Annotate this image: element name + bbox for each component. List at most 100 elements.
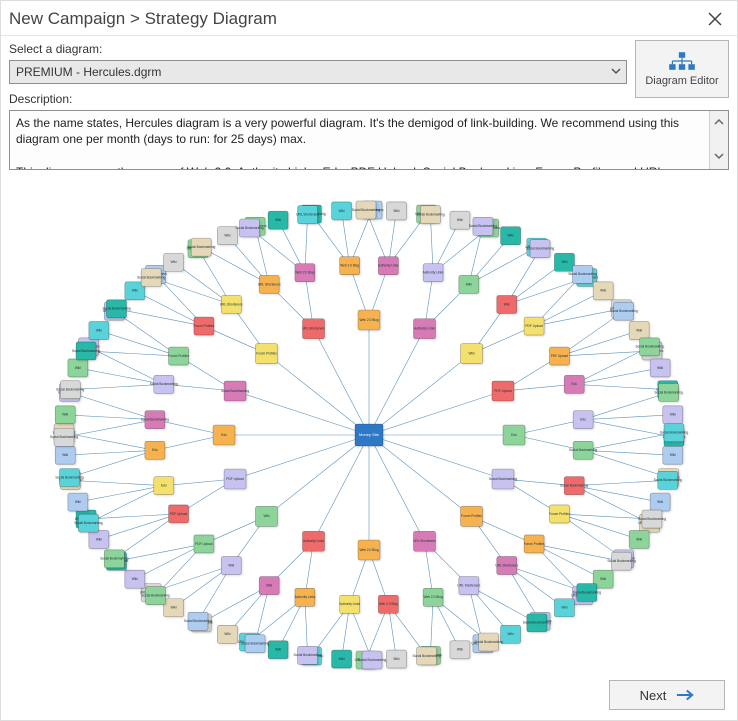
- diagram-node: Forum Profiles: [194, 317, 215, 335]
- diagram-node: Wiki: [663, 406, 683, 424]
- diagram-node: Social Bookmarking: [358, 651, 386, 669]
- diagram-node: Wiki: [650, 359, 670, 377]
- svg-text:Social Bookmarking: Social Bookmarking: [489, 477, 517, 481]
- svg-text:Social Bookmarking: Social Bookmarking: [294, 653, 322, 657]
- diagram-node: PDF Upload: [492, 381, 514, 401]
- diagram-node: Edu: [154, 477, 174, 495]
- diagram-node: Social Bookmarking: [469, 217, 497, 235]
- svg-text:Web 2.0 Blog: Web 2.0 Blog: [295, 271, 314, 275]
- svg-text:Forum Profiles: Forum Profiles: [168, 354, 189, 358]
- diagram-node: Wiki: [55, 446, 75, 464]
- diagram-node: Social Bookmarking: [474, 633, 502, 651]
- svg-text:Wiki: Wiki: [600, 289, 606, 293]
- diagram-node: Social Bookmarking: [55, 468, 83, 486]
- diagram-editor-button[interactable]: Diagram Editor: [635, 40, 729, 98]
- svg-text:Wiki: Wiki: [132, 577, 138, 581]
- diagram-node: URL Shorteners: [413, 531, 436, 551]
- diagram-node: Social Bookmarking: [569, 441, 597, 459]
- svg-text:Wiki: Wiki: [670, 453, 676, 457]
- svg-text:Edu: Edu: [511, 433, 517, 437]
- diagram-node: Social Bookmarking: [141, 587, 169, 605]
- svg-text:Social Bookmarking: Social Bookmarking: [569, 448, 597, 452]
- diagram-node: Social Bookmarking: [416, 206, 444, 224]
- svg-text:Edu: Edu: [221, 433, 227, 437]
- svg-text:Edu: Edu: [161, 484, 167, 488]
- svg-text:Edu: Edu: [152, 448, 158, 452]
- svg-text:URL Shorteners: URL Shorteners: [302, 327, 325, 331]
- svg-text:Wiki: Wiki: [657, 366, 663, 370]
- svg-text:Social Bookmarking: Social Bookmarking: [72, 349, 100, 353]
- diagram-node: Authority Links: [303, 531, 325, 551]
- close-button[interactable]: [705, 9, 725, 29]
- svg-text:Social Bookmarking: Social Bookmarking: [636, 345, 664, 349]
- svg-text:Social Bookmarking: Social Bookmarking: [654, 390, 682, 394]
- svg-text:PDF Upload: PDF Upload: [494, 389, 512, 393]
- diagram-node: URL Shorteners: [258, 275, 281, 293]
- svg-text:Wiki: Wiki: [469, 352, 475, 356]
- svg-text:Social Bookmarking: Social Bookmarking: [141, 418, 169, 422]
- diagram-node: Wiki: [55, 406, 75, 424]
- diagram-node: PDF Upload: [524, 317, 544, 335]
- svg-text:Social Bookmarking: Social Bookmarking: [74, 521, 102, 525]
- diagram-node: Wiki: [501, 227, 521, 245]
- diagram-node: Wiki: [501, 625, 521, 643]
- diagram-node: Forum Profiles: [549, 505, 570, 523]
- diagram-node: Social Bookmarking: [235, 219, 263, 237]
- svg-text:Social Bookmarking: Social Bookmarking: [150, 382, 178, 386]
- diagram-node: URL Shorteners: [495, 557, 518, 575]
- svg-text:Wiki: Wiki: [636, 328, 642, 332]
- diagram-node: Social Bookmarking: [137, 268, 165, 286]
- diagram-node: Wiki: [217, 625, 237, 643]
- diagram-node: Forum Profiles: [255, 344, 277, 364]
- description-scrollbar[interactable]: [709, 111, 728, 169]
- diagram-node: PDF Upload: [549, 347, 569, 365]
- diagram-node: Authority Links: [378, 257, 399, 275]
- svg-text:PDF Upload: PDF Upload: [551, 354, 569, 358]
- svg-text:Authority Links: Authority Links: [378, 264, 399, 268]
- diagram-node: Authority Links: [294, 588, 315, 606]
- diagram-node: Web 2.0 Blog: [358, 540, 380, 560]
- diagram-select-value: PREMIUM - Hercules.dgrm: [16, 65, 161, 79]
- diagram-node: PDF Upload: [224, 469, 246, 489]
- diagram-node: Social Bookmarking: [221, 381, 249, 401]
- diagram-node: Wiki: [68, 359, 88, 377]
- diagram-node: Social Bookmarking: [187, 238, 215, 256]
- diagram-node: Social Bookmarking: [568, 265, 596, 283]
- svg-text:Wiki: Wiki: [339, 657, 345, 661]
- svg-text:Social Bookmarking: Social Bookmarking: [235, 226, 263, 230]
- description-box: As the name states, Hercules diagram is …: [9, 110, 729, 170]
- diagram-node: Wiki: [461, 344, 483, 364]
- diagram-node: Wiki: [629, 322, 649, 340]
- chevron-down-icon: [611, 65, 621, 79]
- svg-text:Social Bookmarking: Social Bookmarking: [413, 654, 441, 658]
- diagram-select-label: Select a diagram:: [9, 42, 627, 56]
- svg-text:Wiki: Wiki: [263, 514, 269, 518]
- svg-text:Authority Links: Authority Links: [423, 271, 444, 275]
- svg-text:Forum Profiles: Forum Profiles: [194, 324, 215, 328]
- svg-text:Social Bookmarking: Social Bookmarking: [102, 307, 130, 311]
- svg-text:Social Bookmarking: Social Bookmarking: [526, 247, 554, 251]
- diagram-select[interactable]: PREMIUM - Hercules.dgrm: [9, 60, 627, 84]
- svg-text:PDF Upload: PDF Upload: [226, 477, 244, 481]
- svg-text:Authority Links: Authority Links: [303, 539, 324, 543]
- scroll-up-button[interactable]: [714, 111, 724, 135]
- diagram-node: Social Bookmarking: [56, 381, 84, 399]
- svg-text:Wiki: Wiki: [224, 632, 230, 636]
- diagram-node: Social Bookmarking: [636, 338, 664, 356]
- scroll-down-button[interactable]: [714, 145, 724, 169]
- diagram-node: Social Bookmarking: [560, 477, 588, 495]
- svg-text:Forum Profiles: Forum Profiles: [461, 514, 482, 518]
- svg-text:Social Bookmarking: Social Bookmarking: [352, 208, 380, 212]
- diagram-node: Wiki: [125, 570, 145, 588]
- svg-text:Wiki: Wiki: [561, 606, 567, 610]
- svg-text:Social Bookmarking: Social Bookmarking: [141, 594, 169, 598]
- next-button[interactable]: Next: [609, 680, 725, 710]
- svg-text:Wiki: Wiki: [339, 209, 345, 213]
- diagram-node: Wiki: [650, 493, 670, 511]
- svg-text:URL Shorteners: URL Shorteners: [495, 563, 518, 567]
- svg-text:Wiki: Wiki: [670, 413, 676, 417]
- diagram-node: Social Bookmarking: [660, 424, 688, 442]
- svg-text:Authority Links: Authority Links: [294, 595, 315, 599]
- svg-text:Wiki: Wiki: [224, 234, 230, 238]
- svg-text:Wiki: Wiki: [96, 537, 102, 541]
